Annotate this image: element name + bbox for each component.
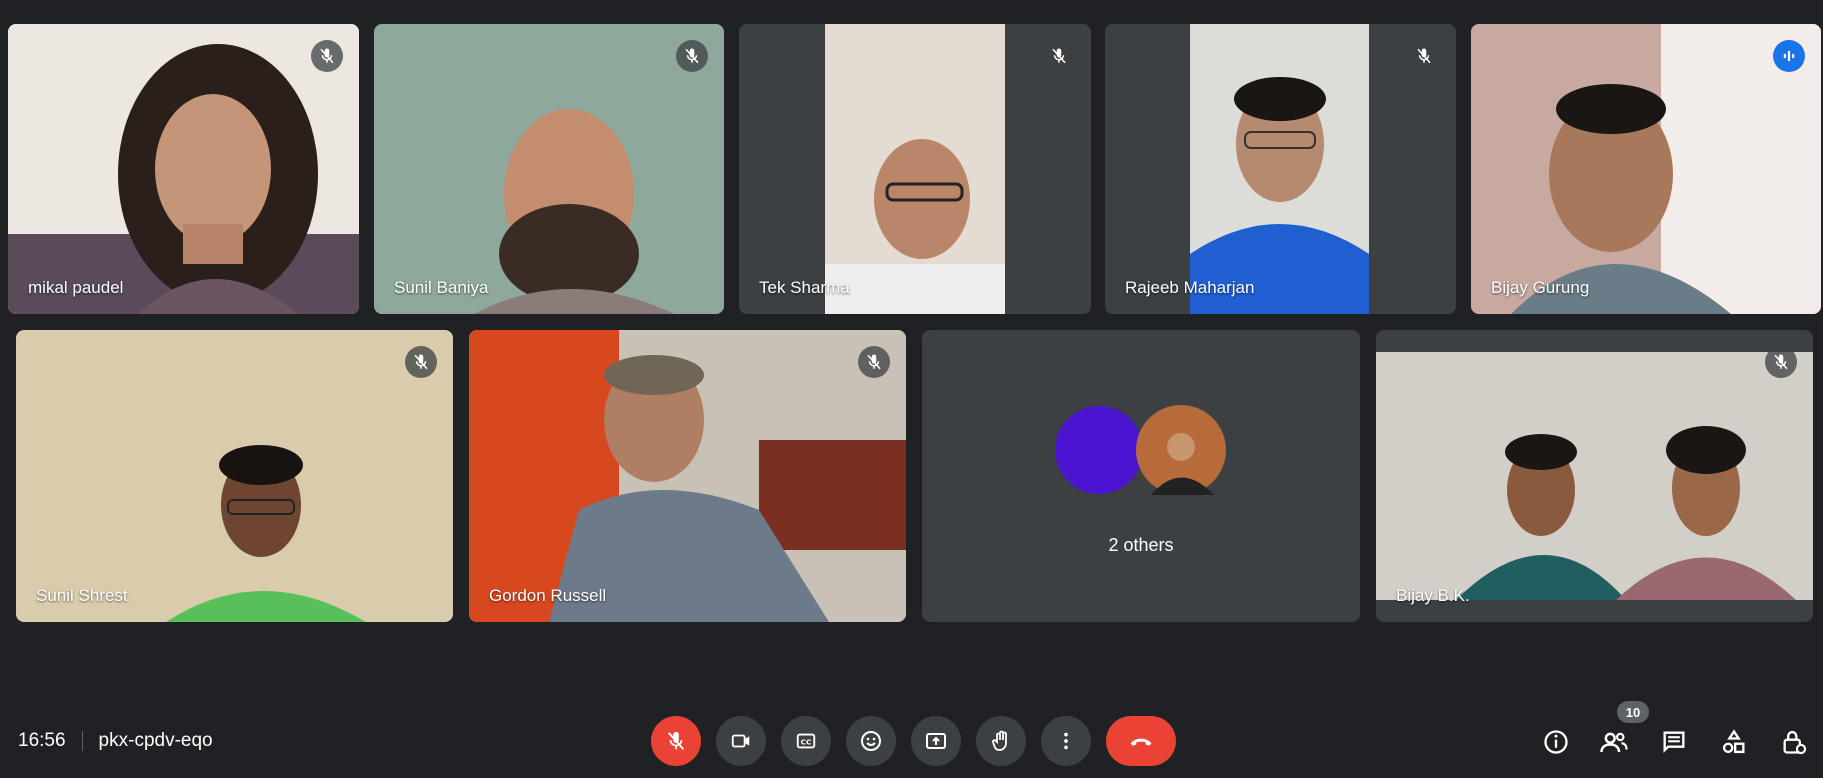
meeting-code: pkx-cpdv-eqo [98, 730, 213, 751]
divider [81, 731, 83, 751]
mic-off-icon [1043, 40, 1075, 72]
participant-video [1105, 24, 1456, 314]
raise-hand-button[interactable] [976, 716, 1026, 766]
raise-hand-icon [992, 730, 1007, 751]
others-avatars [1056, 405, 1226, 495]
camera-toggle-button[interactable] [716, 716, 766, 766]
meeting-time: 16:56 [18, 730, 66, 751]
participant-name: Bijay Gurung [1491, 278, 1590, 297]
others-label: 2 others [1108, 535, 1174, 555]
participant-video [16, 330, 453, 622]
mic-toggle-button[interactable] [651, 716, 701, 766]
people-button[interactable] [1594, 722, 1634, 762]
present-button[interactable] [911, 716, 961, 766]
people-count-badge: 10 [1617, 701, 1649, 723]
mic-off-icon [667, 731, 685, 750]
participant-video [8, 24, 359, 314]
host-controls-icon [1783, 730, 1807, 755]
end-call-button[interactable] [1106, 716, 1176, 766]
captions-icon: CC [796, 733, 816, 749]
mic-off-icon [676, 40, 708, 72]
others-avatar-icon [1056, 406, 1143, 494]
speaking-indicator-icon [1773, 40, 1805, 72]
participant-video [1471, 24, 1821, 314]
chat-button[interactable] [1654, 722, 1694, 762]
mic-off-icon [311, 40, 343, 72]
camera-icon [731, 734, 750, 748]
participant-video [374, 24, 724, 314]
info-icon [1544, 730, 1568, 754]
present-icon [926, 733, 946, 749]
svg-text:CC: CC [801, 738, 812, 747]
participant-tile[interactable]: Tek Sharma [739, 24, 1091, 314]
mic-off-icon [1408, 40, 1440, 72]
meeting-details-button[interactable] [1536, 722, 1576, 762]
participant-tile[interactable]: Gordon Russell [469, 330, 906, 622]
host-controls-button[interactable] [1774, 722, 1814, 762]
participant-video [469, 330, 906, 622]
participant-tile[interactable]: Sunil Shrest [16, 330, 453, 622]
more-options-button[interactable] [1041, 716, 1091, 766]
participant-name: Rajeeb Maharjan [1125, 278, 1255, 297]
end-call-icon [1130, 738, 1152, 746]
mic-off-icon [1765, 346, 1797, 378]
captions-button[interactable]: CC [781, 716, 831, 766]
participant-tile[interactable]: Bijay B.K. [1376, 330, 1813, 622]
participant-name: Bijay B.K. [1396, 586, 1470, 605]
participant-tile-speaking[interactable]: Bijay Gurung [1471, 24, 1821, 314]
meeting-info: 16:56 pkx-cpdv-eqo [18, 730, 213, 752]
participant-video [1376, 330, 1813, 622]
mic-off-icon [858, 346, 890, 378]
more-options-icon [1064, 732, 1068, 750]
participant-tile[interactable]: Rajeeb Maharjan [1105, 24, 1456, 314]
mic-off-icon [405, 346, 437, 378]
participant-video [739, 24, 1091, 314]
participant-name: Tek Sharma [759, 278, 850, 297]
chat-icon [1663, 731, 1685, 753]
others-tile[interactable]: 2 others [922, 330, 1360, 622]
participant-name: Sunil Shrest [36, 586, 128, 605]
participant-tile[interactable]: mikal paudel [8, 24, 359, 314]
participant-name: Sunil Baniya [394, 278, 489, 297]
activities-button[interactable] [1714, 722, 1754, 762]
reactions-button[interactable] [846, 716, 896, 766]
people-icon [1600, 732, 1628, 753]
emoji-icon [861, 731, 881, 751]
participant-name: mikal paudel [28, 278, 124, 297]
activities-icon [1722, 729, 1745, 754]
participant-tile[interactable]: Sunil Baniya [374, 24, 724, 314]
participant-name: Gordon Russell [489, 586, 607, 605]
